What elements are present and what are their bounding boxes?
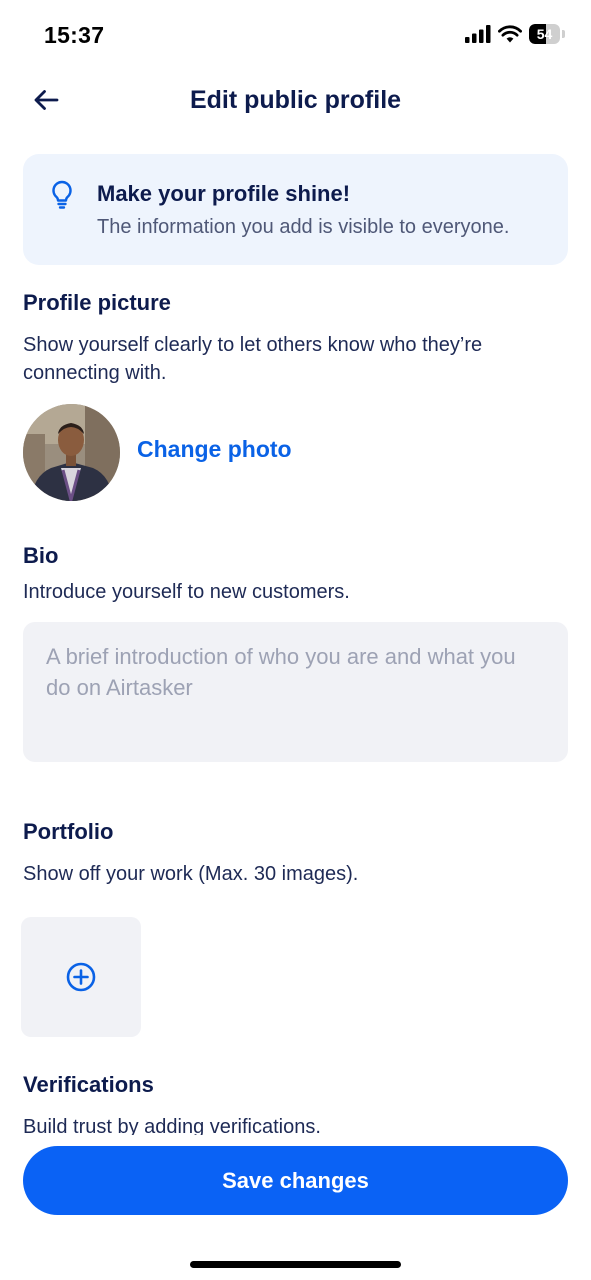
battery-level-text: 54 (536, 26, 553, 42)
change-photo-button[interactable]: Change photo (137, 436, 292, 463)
status-bar: 15:37 54 (0, 0, 591, 70)
portfolio-description: Show off your work (Max. 30 images). (23, 863, 359, 885)
status-time: 15:37 (44, 22, 105, 48)
wifi-icon (498, 25, 522, 43)
status-icons: 54 (465, 24, 565, 44)
portfolio-title: Portfolio (23, 819, 114, 844)
profile-photo (23, 404, 120, 501)
verifications-description: Build trust by adding verifications. (23, 1116, 321, 1138)
bio-field (23, 622, 568, 762)
tip-card: Make your profile shine! The information… (23, 154, 568, 265)
tip-text: The information you add is visible to ev… (97, 216, 510, 238)
add-portfolio-image-button[interactable] (21, 917, 141, 1037)
battery-icon: 54 (529, 24, 565, 44)
home-indicator (190, 1261, 401, 1268)
cellular-signal-icon (465, 25, 491, 43)
profile-picture-title: Profile picture (23, 290, 171, 315)
bio-description: Introduce yourself to new customers. (23, 581, 350, 603)
lightbulb-icon (52, 180, 72, 209)
plus-circle-icon (66, 962, 96, 992)
bio-title: Bio (23, 543, 59, 568)
profile-picture-description: Show yourself clearly to let others know… (23, 334, 483, 384)
save-changes-button[interactable]: Save changes (23, 1146, 568, 1215)
page-title: Edit public profile (189, 86, 402, 114)
header: Edit public profile (0, 70, 591, 130)
avatar[interactable] (23, 404, 120, 501)
bio-input[interactable] (23, 622, 568, 762)
verifications-title: Verifications (23, 1072, 154, 1097)
tip-title: Make your profile shine! (97, 181, 351, 206)
